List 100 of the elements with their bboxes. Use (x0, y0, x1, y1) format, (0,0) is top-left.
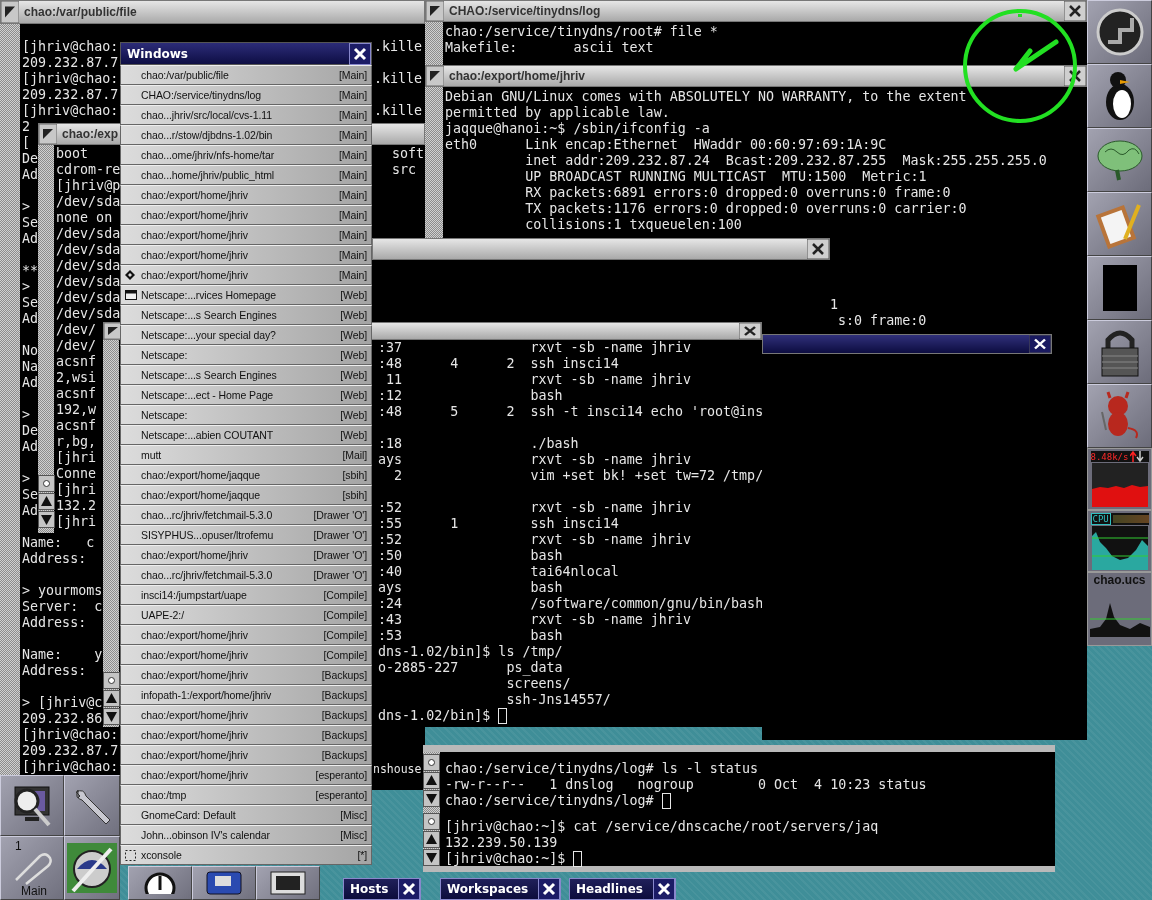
window-list-item[interactable]: Netscape: [Web] (120, 345, 372, 365)
scrollbar[interactable] (38, 145, 54, 533)
window-list-item[interactable]: chao:/export/home/jhriv [Backups] (120, 665, 372, 685)
window-list-item[interactable]: chao...home/jhriv/public_html [Main] (120, 165, 372, 185)
launcher-button[interactable] (1087, 192, 1152, 256)
scroll-down-button[interactable] (38, 511, 55, 528)
launcher-button[interactable] (192, 866, 256, 900)
launcher-button[interactable] (256, 866, 320, 900)
terminal-output: nshouse (373, 761, 422, 777)
close-button[interactable] (349, 42, 371, 65)
scroll-up-button[interactable] (423, 831, 440, 848)
window-list-item[interactable]: chao:/export/home/jhriv [Main] (120, 205, 372, 225)
window-list-item[interactable]: John...obinson IV's calendar [Misc] (120, 825, 372, 845)
window-list-item[interactable]: Netscape:...s Search Engines [Web] (120, 365, 372, 385)
window-list-item[interactable]: infopath-1:/export/home/jhriv [Backups] (120, 685, 372, 705)
scrollbar[interactable] (423, 812, 440, 866)
scroll-handle[interactable] (38, 475, 55, 492)
window-menu-button[interactable] (1, 1, 19, 23)
window-list-item[interactable]: chao:/export/home/jhriv [Backups] (120, 745, 372, 765)
scroll-up-button[interactable] (38, 493, 55, 510)
window-list-item[interactable]: chao:/export/home/jhriv [Backups] (120, 725, 372, 745)
window-list-item[interactable]: CHAO:/service/tinydns/log [Main] (120, 85, 372, 105)
title-bar[interactable] (762, 334, 1052, 354)
window-list-item[interactable]: chao...ome/jhriv/nfs-home/tar [Main] (120, 145, 372, 165)
window-list-item[interactable]: chao:/export/home/jhriv [Compile] (120, 645, 372, 665)
horizontal-scrollbar[interactable] (423, 866, 1055, 872)
window-list-item[interactable]: chao:/tmp [esperanto] (120, 785, 372, 805)
scroll-handle[interactable] (103, 672, 120, 689)
launcher-button[interactable] (1087, 0, 1152, 64)
launcher-button[interactable] (64, 775, 120, 836)
window-title: chao:/exp (61, 127, 118, 141)
window-list-item[interactable]: Netscape:...abien COUTANT [Web] (120, 425, 372, 445)
monitor-icon (270, 871, 306, 895)
window-list-item[interactable]: UAPE-2:/ [Compile] (120, 605, 372, 625)
scroll-handle[interactable] (423, 813, 440, 830)
window-list-item[interactable]: chao:/export/home/jhriv [Main] (120, 265, 372, 285)
scroll-down-button[interactable] (423, 849, 440, 866)
window-list-item[interactable]: chao...rc/jhriv/fetchmail-5.3.0 [Drawer 'O'] (120, 505, 372, 525)
window-list-item[interactable]: SISYPHUS...opuser/ltrofemu [Drawer 'O'] (120, 525, 372, 545)
terminal-output: [jhriv@chao: 209.232.87.7 [jhriv@chao: (22, 727, 119, 775)
close-button[interactable] (398, 878, 421, 900)
window-list-item[interactable]: chao...rc/jhriv/fetchmail-5.3.0 [Drawer 'O'] (120, 565, 372, 585)
title-bar[interactable]: chao:/var/public/file (0, 0, 425, 24)
window-list-item[interactable]: chao:/export/home/jhriv [Backups] (120, 705, 372, 725)
title-bar[interactable]: chao:/export/home/jhriv (425, 65, 1087, 87)
scrollbar[interactable] (103, 340, 119, 727)
window-list-item[interactable]: Netscape:...rvices Homepage [Web] (120, 285, 372, 305)
window-list-item[interactable]: chao:/export/home/jhriv [Main] (120, 225, 372, 245)
window-menu-button[interactable] (39, 124, 57, 144)
window-menu-button[interactable] (426, 66, 444, 86)
scroll-down-button[interactable] (423, 790, 440, 807)
terminal-prompt: chao:/service/tinydns/log# (445, 793, 655, 809)
scroll-up-button[interactable] (103, 690, 120, 707)
launcher-button[interactable] (1087, 320, 1152, 384)
close-button[interactable] (1029, 335, 1051, 353)
close-button[interactable] (739, 323, 761, 339)
window-list-item[interactable]: chao:/export/home/jhriv [Compile] (120, 625, 372, 645)
close-button[interactable] (652, 878, 675, 900)
launcher-button[interactable] (1087, 256, 1152, 320)
title-bar[interactable]: CHAO:/service/tinydns/log (425, 0, 1087, 22)
launcher-button[interactable] (1087, 64, 1152, 128)
window-list-item[interactable]: Netscape:...ect - Home Page [Web] (120, 385, 372, 405)
launcher-button[interactable] (64, 836, 120, 900)
launcher-button[interactable] (1087, 384, 1152, 448)
launcher-button[interactable] (1087, 128, 1152, 192)
horizontal-scrollbar[interactable] (423, 745, 1055, 752)
window-list-item[interactable]: chao...jhriv/src/local/cvs-1.11 [Main] (120, 105, 372, 125)
window-list-item[interactable]: xconsole [*] (120, 845, 372, 865)
window-list-item[interactable]: chao:/export/home/jhriv [Main] (120, 185, 372, 205)
scrollbar[interactable] (425, 87, 443, 238)
window-list-item[interactable]: mutt [Mail] (120, 445, 372, 465)
close-button[interactable] (807, 239, 829, 259)
window-list-item[interactable]: GnomeCard: Default [Misc] (120, 805, 372, 825)
window-menu-button[interactable] (426, 1, 444, 21)
workspace-button[interactable]: 1 Main (0, 836, 64, 900)
scroll-handle[interactable] (423, 754, 440, 771)
window-list-item[interactable]: chao:/export/home/jhriv [Drawer 'O'] (120, 545, 372, 565)
close-button[interactable] (538, 878, 561, 900)
window-list-item[interactable]: chao:/export/home/jhriv [Main] (120, 245, 372, 265)
scroll-up-button[interactable] (423, 772, 440, 789)
terminal-output: [jhriv@chao: 209.232.87.7 [jhriv@chao: 209.232.87.7 [jhriv@chao: (22, 39, 119, 119)
window-list-item[interactable]: chao:/export/home/jaqque [sbih] (120, 485, 372, 505)
window-list-item[interactable]: chao:/export/home/jaqque [sbih] (120, 465, 372, 485)
window-title: CHAO:/service/tinydns/log (448, 4, 601, 18)
scrollbar[interactable] (425, 22, 443, 65)
window-title: chao:/var/public/file (23, 5, 137, 19)
window-list-item[interactable]: Netscape:...your special day? [Web] (120, 325, 372, 345)
window-list-item[interactable]: Netscape: [Web] (120, 405, 372, 425)
launcher-button[interactable] (0, 775, 64, 836)
window-list-item[interactable]: chao:/export/home/jhriv [esperanto] (120, 765, 372, 785)
window-list-item[interactable]: chao:/var/public/file [Main] (120, 65, 372, 85)
window-list-item[interactable]: insci14:/jumpstart/uape [Compile] (120, 585, 372, 605)
close-button[interactable] (1064, 1, 1086, 21)
scrollbar[interactable] (423, 752, 440, 812)
window-list-item[interactable]: Netscape:...s Search Engines [Web] (120, 305, 372, 325)
scroll-down-button[interactable] (103, 708, 120, 725)
terminal-output: /dev/ /dev/ acsnf 2,wsi acsnf 192,w acsnf r,bg, [jhri Conne [jhri 132.2 [jhri (56, 322, 97, 530)
window-list-item[interactable]: chao...r/stow/djbdns-1.02/bin [Main] (120, 125, 372, 145)
launcher-button[interactable] (128, 866, 192, 900)
scrollbar[interactable] (0, 24, 20, 775)
